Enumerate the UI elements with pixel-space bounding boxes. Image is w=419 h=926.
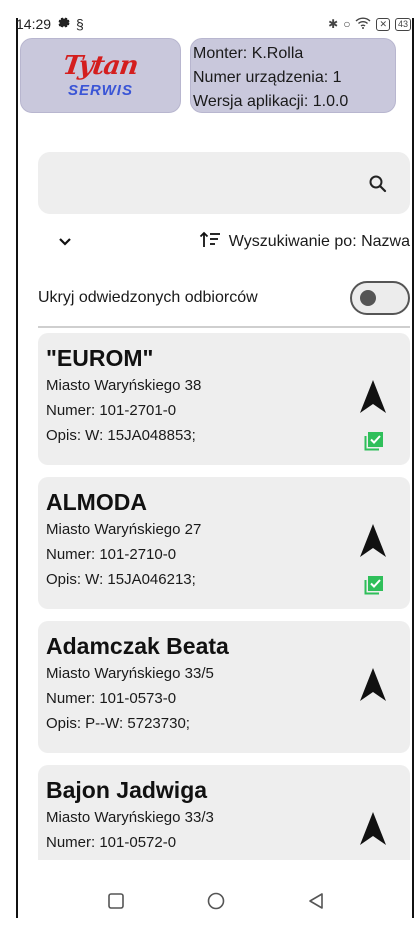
customer-name: Bajon Jadwiga bbox=[46, 777, 208, 803]
circle-icon[interactable] bbox=[205, 890, 227, 912]
app-version-label: Wersja aplikacji: 1.0.0 bbox=[193, 93, 349, 110]
visited-check-icon bbox=[364, 575, 384, 595]
square-icon[interactable] bbox=[105, 890, 127, 912]
navigation-arrow-icon[interactable] bbox=[358, 811, 388, 847]
sync-icon: § bbox=[76, 16, 84, 32]
customer-address: Miasto Waryńskiego 27 bbox=[46, 521, 202, 538]
hide-visited-toggle[interactable] bbox=[350, 281, 410, 315]
customer-number: Numer: 101-0573-0 bbox=[46, 690, 177, 707]
bluetooth-icon: ✱ bbox=[328, 17, 339, 31]
device-info-panel: Monter: K.Rolla Numer urządzenia: 1 Wers… bbox=[190, 38, 396, 113]
customer-address: Miasto Waryńskiego 38 bbox=[46, 377, 202, 394]
customer-description: Opis: W: 15JA048853; bbox=[46, 427, 196, 444]
clock: 14:29 bbox=[16, 16, 52, 32]
logo-subtitle: SERWIS bbox=[68, 82, 133, 99]
wifi-icon bbox=[355, 16, 371, 32]
customer-name: "EUROM" bbox=[46, 345, 154, 371]
list-item[interactable]: Adamczak Beata Miasto Waryńskiego 33/5 N… bbox=[38, 621, 410, 753]
list-item[interactable]: ALMODA Miasto Waryńskiego 27 Numer: 101-… bbox=[38, 477, 410, 609]
navigation-arrow-icon[interactable] bbox=[358, 523, 388, 559]
customer-number: Numer: 101-2701-0 bbox=[46, 402, 177, 419]
back-triangle-icon[interactable] bbox=[305, 890, 327, 912]
customer-list[interactable]: "EUROM" Miasto Waryńskiego 38 Numer: 101… bbox=[38, 333, 410, 860]
chevron-down-icon[interactable] bbox=[50, 227, 80, 257]
search-icon[interactable] bbox=[368, 174, 388, 194]
gear-icon bbox=[57, 16, 70, 32]
sort-row: Wyszukiwanie po: Nazwa bbox=[38, 226, 410, 258]
customer-name: ALMODA bbox=[46, 489, 147, 515]
list-item[interactable]: "EUROM" Miasto Waryńskiego 38 Numer: 101… bbox=[38, 333, 410, 465]
app-header: Tytan SERWIS Monter: K.Rolla Numer urząd… bbox=[20, 38, 396, 114]
search-input[interactable] bbox=[38, 152, 410, 214]
battery-icon: 43 bbox=[394, 17, 411, 31]
system-nav-bar bbox=[18, 876, 414, 926]
sort-label: Wyszukiwanie po: Nazwa bbox=[228, 233, 410, 250]
customer-description: Opis: P--W: 5723730; bbox=[46, 715, 190, 732]
company-logo: Tytan SERWIS bbox=[20, 38, 181, 113]
customer-name: Adamczak Beata bbox=[46, 633, 229, 659]
customer-number: Numer: 101-2710-0 bbox=[46, 546, 177, 563]
toggle-knob bbox=[360, 290, 376, 306]
customer-number: Numer: 101-0572-0 bbox=[46, 834, 177, 851]
location-icon: ○ bbox=[343, 17, 351, 31]
navigation-arrow-icon[interactable] bbox=[358, 379, 388, 415]
monter-label: Monter: K.Rolla bbox=[193, 45, 304, 62]
customer-description: Opis: W: 15JA046213; bbox=[46, 571, 196, 588]
divider bbox=[38, 326, 410, 328]
list-item[interactable]: Bajon Jadwiga Miasto Waryńskiego 33/3 Nu… bbox=[38, 765, 410, 860]
customer-address: Miasto Waryńskiego 33/5 bbox=[46, 665, 214, 682]
logo-title: Tytan bbox=[61, 51, 140, 81]
device-number-label: Numer urządzenia: 1 bbox=[193, 69, 342, 86]
visited-check-icon bbox=[364, 431, 384, 451]
status-bar: 14:29 § ✱ ○ ✕ 43 bbox=[16, 12, 411, 36]
navigation-arrow-icon[interactable] bbox=[358, 667, 388, 703]
customer-address: Miasto Waryńskiego 33/3 bbox=[46, 809, 214, 826]
x-icon: ✕ bbox=[376, 17, 390, 31]
sort-icon bbox=[199, 231, 221, 254]
hide-visited-label: Ukryj odwiedzonych odbiorców bbox=[38, 289, 258, 306]
hide-visited-row: Ukryj odwiedzonych odbiorców bbox=[38, 280, 410, 316]
sort-selector[interactable]: Wyszukiwanie po: Nazwa bbox=[199, 231, 410, 254]
